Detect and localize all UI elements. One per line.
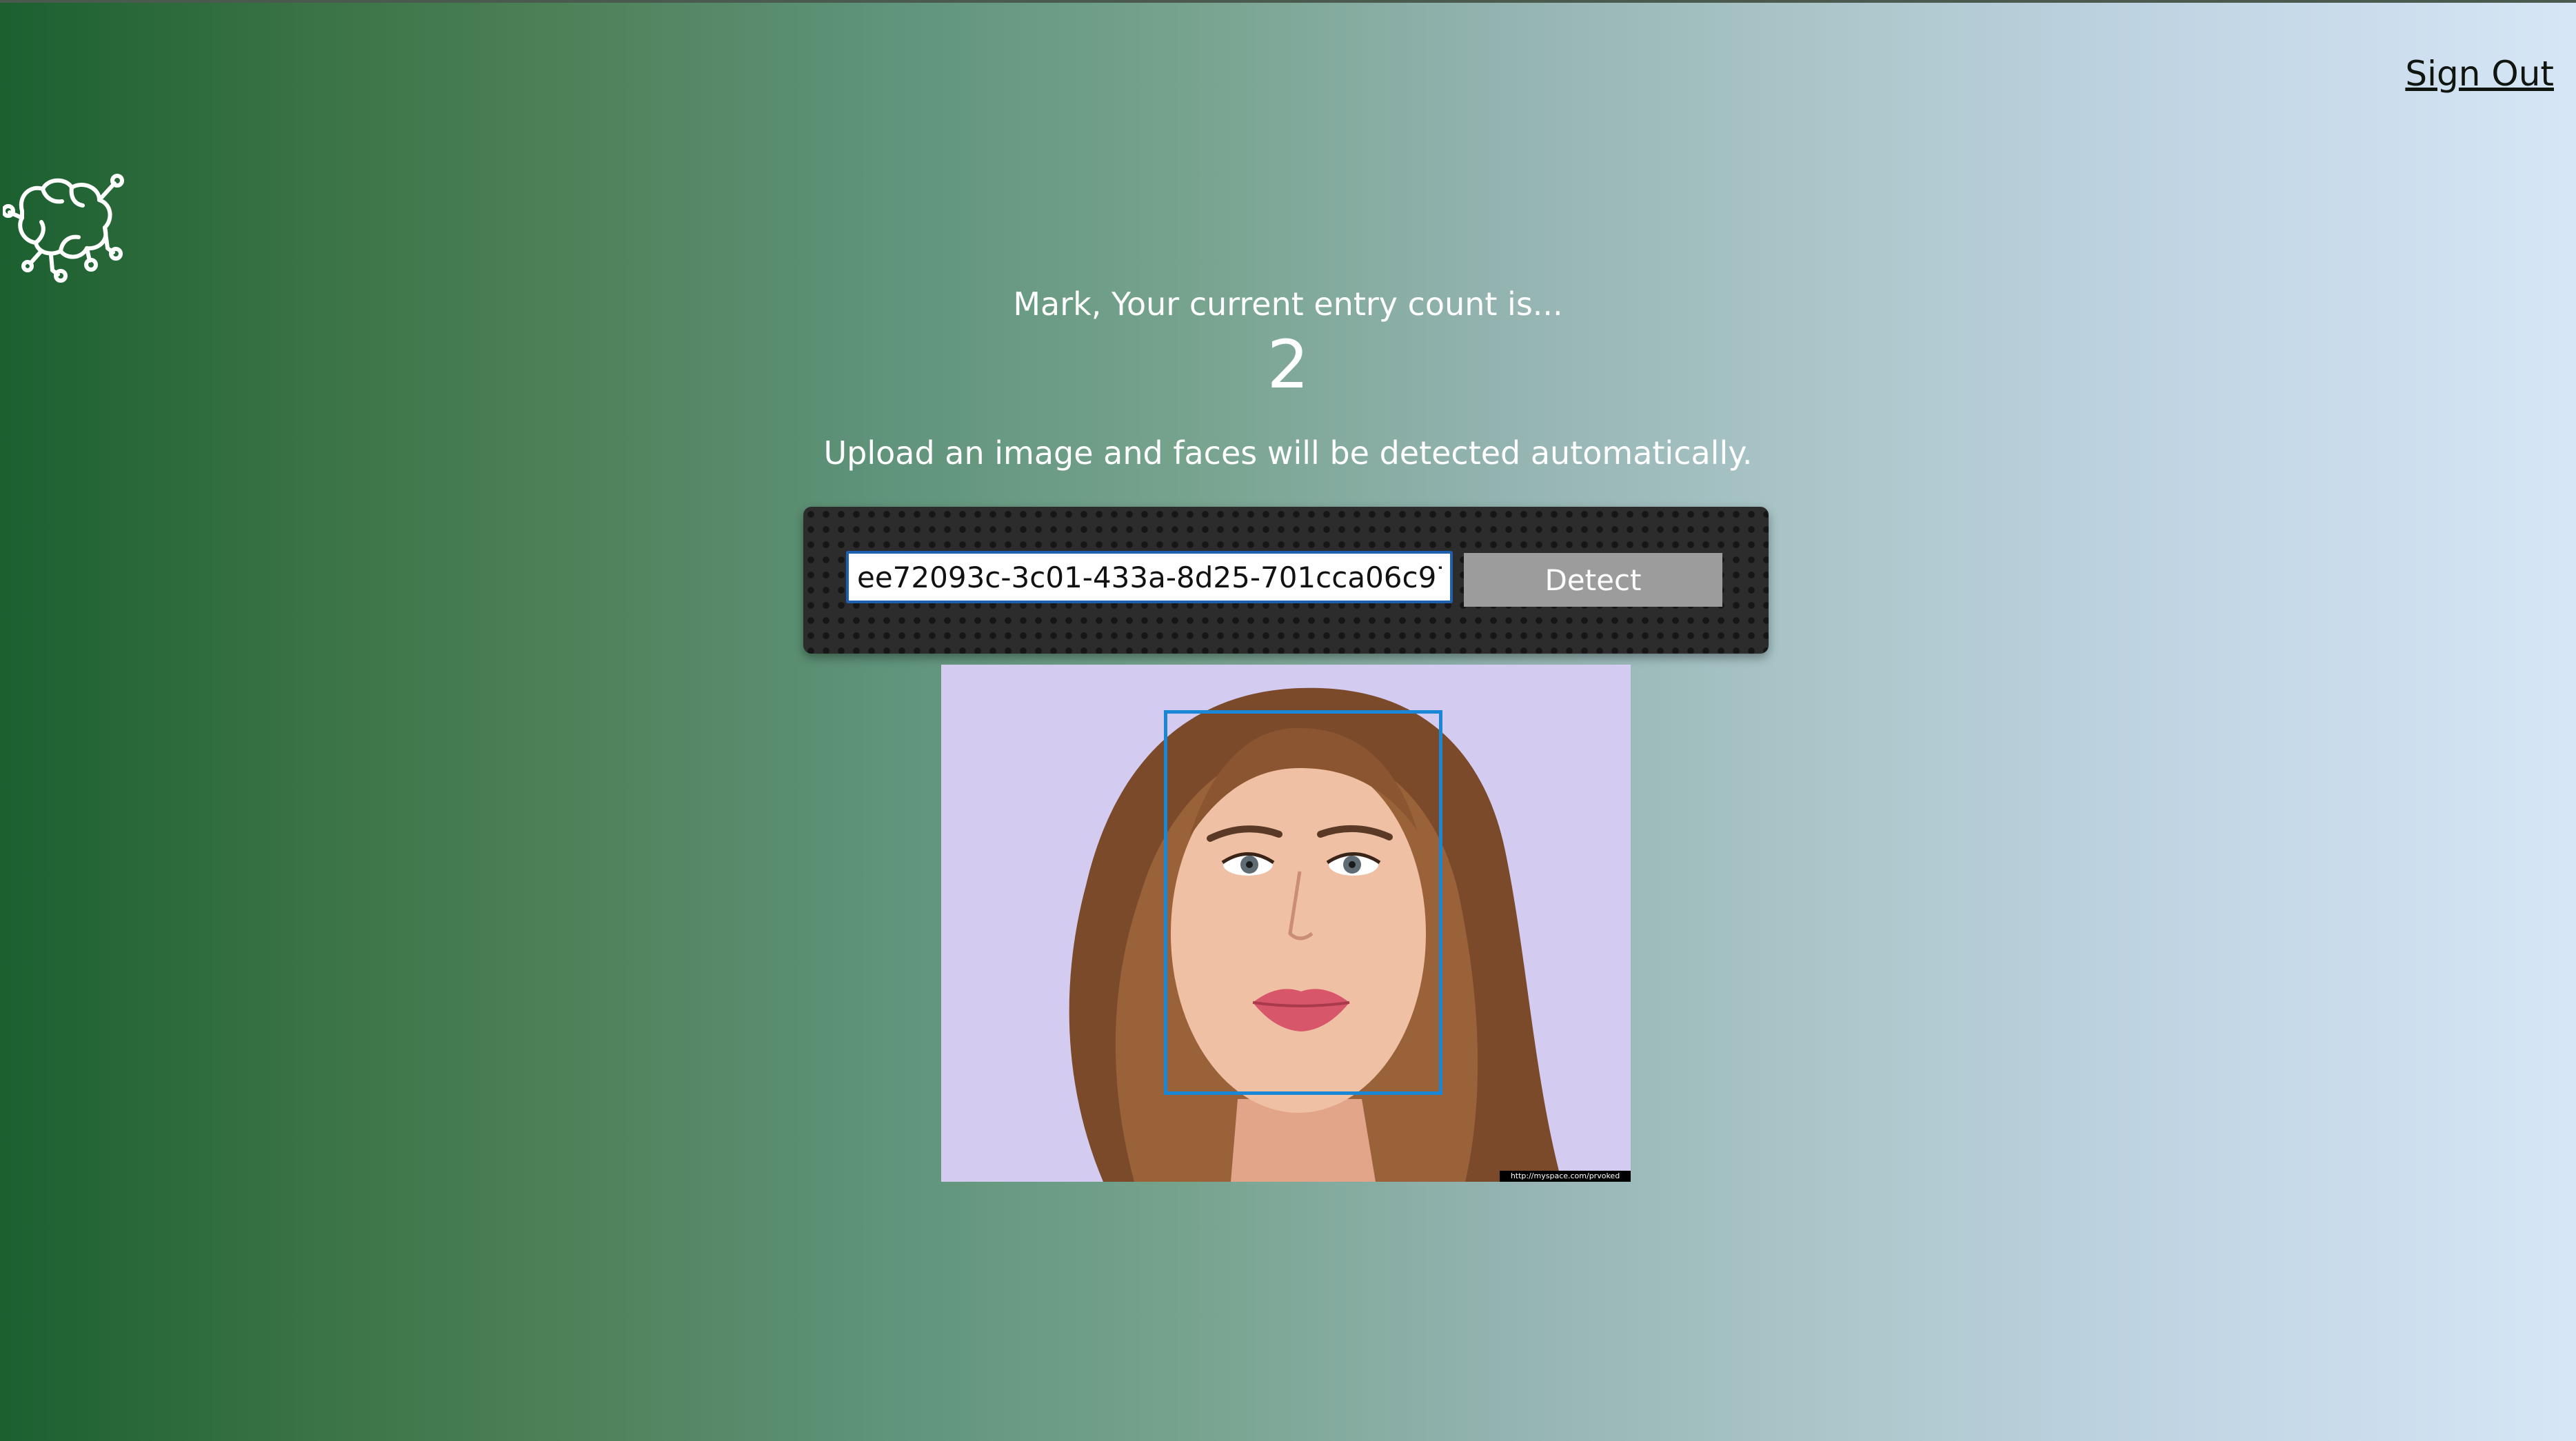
image-link-form: Detect <box>803 507 1769 654</box>
image-url-input[interactable] <box>846 551 1453 603</box>
brain-logo-icon <box>1 163 127 287</box>
detect-button[interactable]: Detect <box>1464 553 1722 607</box>
face-bounding-box <box>1164 710 1442 1095</box>
face-image-container: http://myspace.com/prvoked <box>941 665 1631 1182</box>
sign-out-link[interactable]: Sign Out <box>2405 54 2554 94</box>
entry-count-value: 2 <box>1267 326 1309 403</box>
image-credit: http://myspace.com/prvoked <box>1500 1171 1631 1182</box>
instructions-text: Upload an image and faces will be detect… <box>823 434 1753 472</box>
entry-count-message: Mark, Your current entry count is... <box>1013 285 1563 323</box>
